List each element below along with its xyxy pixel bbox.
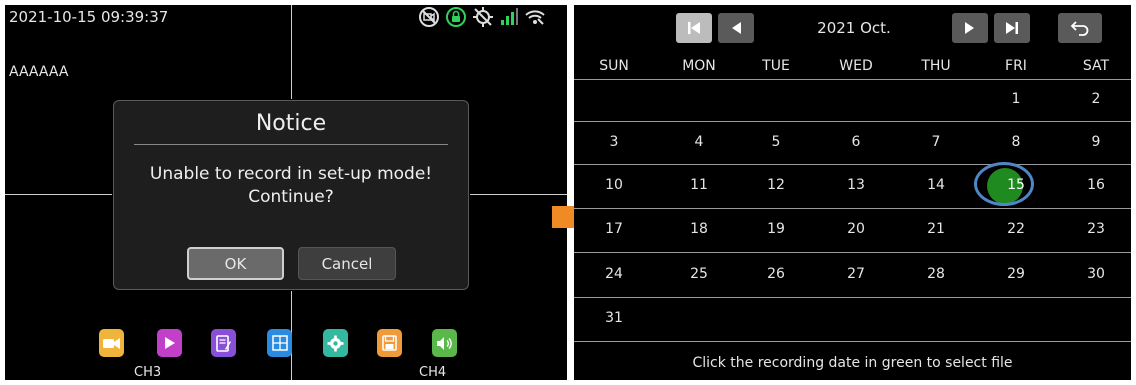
lock-icon — [445, 6, 467, 33]
calendar-day[interactable]: 13 — [816, 177, 896, 193]
weekday-sat: SAT — [1082, 58, 1110, 74]
datetime-display: 2021-10-15 09:39:37 — [9, 8, 169, 26]
wifi-icon — [524, 7, 546, 32]
notes-icon[interactable] — [211, 329, 236, 357]
ch4-label: CH4 — [419, 365, 447, 380]
calendar-row-divider — [574, 208, 1131, 209]
calendar-day[interactable]: 2 — [1056, 91, 1131, 107]
notice-dialog: Notice Unable to record in set-up mode! … — [113, 100, 469, 290]
calendar-day[interactable]: 16 — [1056, 177, 1131, 193]
signal-bars-icon — [499, 7, 519, 32]
calendar-day[interactable]: 17 — [574, 221, 654, 237]
live-view-panel: 2021-10-15 09:39:37 AAAAAA Notice Unable… — [5, 5, 567, 380]
first-page-icon[interactable] — [676, 13, 712, 43]
next-icon[interactable] — [952, 13, 988, 43]
calendar-row-divider — [574, 252, 1131, 253]
play-icon[interactable] — [157, 329, 182, 357]
calendar-day[interactable]: 8 — [976, 134, 1056, 150]
channel-name: AAAAAA — [9, 64, 69, 80]
dialog-divider — [134, 144, 448, 145]
no-video-icon — [418, 6, 440, 33]
calendar-day[interactable]: 28 — [896, 266, 976, 282]
weekday-wed: WED — [839, 58, 873, 74]
calendar-day[interactable]: 6 — [816, 134, 896, 150]
volume-icon[interactable] — [432, 329, 457, 357]
calendar-day[interactable]: 11 — [659, 177, 739, 193]
calendar-day[interactable]: 5 — [736, 134, 816, 150]
status-bar — [418, 6, 546, 33]
calendar-day[interactable]: 10 — [574, 177, 654, 193]
calendar-day[interactable]: 21 — [896, 221, 976, 237]
calendar-day-selected[interactable]: 15 — [976, 177, 1056, 193]
calendar-month-title: 2021 Oct. — [817, 19, 891, 37]
calendar-day[interactable]: 18 — [659, 221, 739, 237]
calendar-row-divider — [574, 341, 1131, 342]
weekday-mon: MON — [682, 58, 716, 74]
cancel-button[interactable]: Cancel — [298, 247, 396, 280]
calendar-day[interactable]: 7 — [896, 134, 976, 150]
calendar-day[interactable]: 9 — [1056, 134, 1131, 150]
dialog-message: Unable to record in set-up mode! Continu… — [114, 163, 468, 209]
calendar-day[interactable]: 14 — [896, 177, 976, 193]
calendar-day[interactable]: 4 — [659, 134, 739, 150]
weekday-fri: FRI — [1005, 58, 1027, 74]
ch3-label: CH3 — [134, 365, 162, 380]
calendar-day[interactable]: 25 — [659, 266, 739, 282]
layout-icon[interactable] — [267, 329, 292, 357]
last-page-icon[interactable] — [994, 13, 1030, 43]
calendar-row-divider — [574, 121, 1131, 122]
dialog-title: Notice — [255, 111, 327, 136]
save-icon[interactable] — [377, 329, 402, 357]
gps-off-icon — [472, 6, 494, 33]
calendar-day[interactable]: 3 — [574, 134, 654, 150]
prev-icon[interactable] — [718, 13, 754, 43]
calendar-day[interactable]: 12 — [736, 177, 816, 193]
weekday-tue: TUE — [762, 58, 790, 74]
weekday-sun: SUN — [599, 58, 629, 74]
calendar-row-divider — [574, 297, 1131, 298]
calendar-day[interactable]: 26 — [736, 266, 816, 282]
calendar-row-divider — [574, 164, 1131, 165]
calendar-day[interactable]: 27 — [816, 266, 896, 282]
back-icon[interactable] — [1058, 13, 1102, 43]
calendar-hint: Click the recording date in green to sel… — [692, 355, 1013, 371]
calendar-day[interactable]: 29 — [976, 266, 1056, 282]
calendar-day[interactable]: 23 — [1056, 221, 1131, 237]
bottom-dock: CH3 CH4 — [5, 325, 567, 380]
calendar-row-divider — [574, 79, 1131, 80]
calendar-day[interactable]: 1 — [976, 91, 1056, 107]
calendar-day[interactable]: 30 — [1056, 266, 1131, 282]
camera-icon[interactable] — [99, 329, 124, 357]
ok-button[interactable]: OK — [187, 247, 284, 280]
calendar-day[interactable]: 20 — [816, 221, 896, 237]
calendar-day[interactable]: 19 — [736, 221, 816, 237]
dialog-message-line2: Continue? — [248, 187, 334, 207]
weekday-thu: THU — [921, 58, 951, 74]
calendar-day[interactable]: 24 — [574, 266, 654, 282]
calendar-panel: 2021 Oct. SUN MON TUE WED THU FRI SAT 12… — [574, 5, 1131, 380]
calendar-day[interactable]: 31 — [574, 310, 654, 326]
calendar-day[interactable]: 22 — [976, 221, 1056, 237]
settings-icon[interactable] — [323, 329, 348, 357]
dialog-message-line1: Unable to record in set-up mode! — [149, 164, 433, 184]
